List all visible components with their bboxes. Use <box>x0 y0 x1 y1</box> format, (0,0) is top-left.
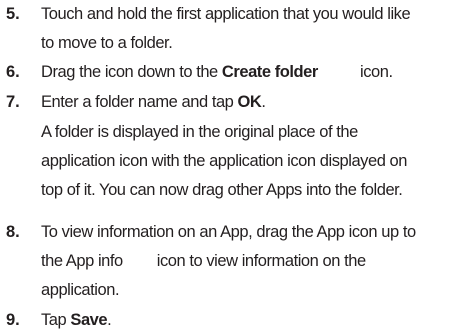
step-number: 6. <box>6 63 20 81</box>
ok-label: OK <box>237 93 262 111</box>
step-number: 9. <box>6 311 20 329</box>
step-number: 5. <box>6 5 20 23</box>
step-text: Tap <box>41 311 71 329</box>
step-text: . <box>107 311 112 329</box>
step-text: Drag the icon down to the <box>41 63 222 81</box>
save-label: Save <box>70 311 108 329</box>
step-text-line: To view information on an App, drag the … <box>41 223 416 241</box>
step-text: icon. <box>355 63 393 81</box>
step-text: the App info <box>41 252 123 270</box>
step-text: Enter a folder name and tap <box>41 93 238 111</box>
step-number: 7. <box>6 93 20 111</box>
note-text-line: top of it. You can now drag other Apps i… <box>41 181 403 199</box>
step-text: icon to view information on the <box>156 252 366 270</box>
step-number: 8. <box>6 223 20 241</box>
step-text-line: Drag the icon down to the Create folder … <box>41 58 393 87</box>
instruction-page: 5. Touch and hold the first application … <box>0 0 472 336</box>
note-text-line: application icon with the application ic… <box>41 152 408 170</box>
step-text: . <box>261 93 266 111</box>
step-text-line: Tap Save. <box>41 306 112 335</box>
step-text-line: Enter a folder name and tap OK. <box>41 88 266 117</box>
step-text-line: the App info icon to view information on … <box>41 247 366 276</box>
step-text-line: application. <box>41 281 120 299</box>
step-text-line: Touch and hold the first application tha… <box>41 5 411 23</box>
step-text-line: to move to a folder. <box>41 34 173 52</box>
create-folder-label: Create folder <box>221 63 318 81</box>
note-text-line: A folder is displayed in the original pl… <box>41 123 358 141</box>
